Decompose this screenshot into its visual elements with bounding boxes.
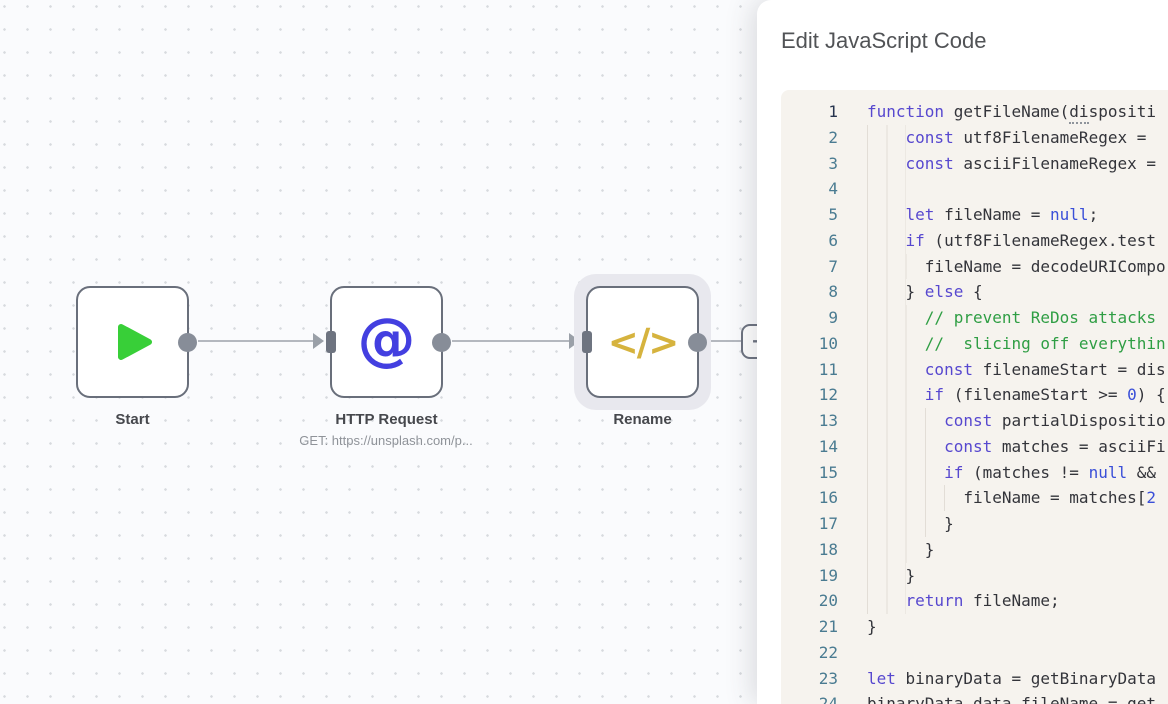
line-number: 6: [781, 228, 838, 254]
line-number: 24: [781, 691, 838, 704]
play-icon: [111, 320, 155, 364]
line-number: 11: [781, 357, 838, 383]
line-number: 5: [781, 202, 838, 228]
line-number: 13: [781, 408, 838, 434]
line-number: 22: [781, 640, 838, 666]
line-number: 23: [781, 666, 838, 692]
line-number: 10: [781, 331, 838, 357]
line-number: 4: [781, 176, 838, 202]
code-line[interactable]: 13const partialDispositio: [781, 408, 1168, 434]
line-number: 15: [781, 460, 838, 486]
line-number: 16: [781, 485, 838, 511]
at-icon: @: [358, 310, 416, 368]
panel-title: Edit JavaScript Code: [781, 28, 986, 54]
code-line[interactable]: 15if (matches != null &&: [781, 460, 1168, 486]
output-connector[interactable]: [178, 333, 197, 352]
line-number: 1: [781, 99, 838, 125]
line-number: 9: [781, 305, 838, 331]
node-http-request[interactable]: @: [330, 286, 443, 398]
line-number: 3: [781, 151, 838, 177]
code-line[interactable]: 2const utf8FilenameRegex =: [781, 125, 1168, 151]
connection-arrowhead-icon: [313, 333, 324, 349]
node-subtitle-http-request: GET: https://unsplash.com/p...: [286, 433, 486, 448]
node-label-start: Start: [76, 411, 189, 428]
code-line[interactable]: 24binaryData.data.fileName = get: [781, 691, 1168, 704]
code-line[interactable]: 23let binaryData = getBinaryData: [781, 666, 1168, 692]
code-line[interactable]: 8} else {: [781, 279, 1168, 305]
code-line[interactable]: 22: [781, 640, 1168, 666]
node-label-http-request: HTTP Request: [300, 411, 473, 428]
code-line[interactable]: 5let fileName = null;: [781, 202, 1168, 228]
line-number: 12: [781, 382, 838, 408]
output-connector[interactable]: [432, 333, 451, 352]
connection-http-rename: [452, 340, 570, 342]
connection-rename-add: [708, 340, 742, 342]
node-label-rename: Rename: [586, 411, 699, 428]
code-line[interactable]: 18}: [781, 537, 1168, 563]
edit-code-panel: Edit JavaScript Code 1function getFileNa…: [757, 0, 1168, 704]
code-line[interactable]: 11const filenameStart = dis: [781, 357, 1168, 383]
code-line[interactable]: 6if (utf8FilenameRegex.test: [781, 228, 1168, 254]
input-port[interactable]: [326, 331, 336, 353]
code-line[interactable]: 9// prevent ReDos attacks: [781, 305, 1168, 331]
line-number: 18: [781, 537, 838, 563]
line-number: 17: [781, 511, 838, 537]
code-line[interactable]: 12if (filenameStart >= 0) {: [781, 382, 1168, 408]
line-number: 8: [781, 279, 838, 305]
code-line[interactable]: 20return fileName;: [781, 588, 1168, 614]
code-line[interactable]: 10// slicing off everythin: [781, 331, 1168, 357]
code-line[interactable]: 21}: [781, 614, 1168, 640]
output-connector[interactable]: [688, 333, 707, 352]
code-editor[interactable]: 1function getFileName(dispositi2const ut…: [781, 90, 1168, 704]
node-rename[interactable]: </>: [586, 286, 699, 398]
line-number: 19: [781, 563, 838, 589]
line-number: 20: [781, 588, 838, 614]
code-line[interactable]: 3const asciiFilenameRegex =: [781, 151, 1168, 177]
line-number: 21: [781, 614, 838, 640]
line-number: 7: [781, 254, 838, 280]
code-brackets-icon: </>: [608, 321, 678, 364]
code-line[interactable]: 14const matches = asciiFi: [781, 434, 1168, 460]
line-number: 14: [781, 434, 838, 460]
line-number: 2: [781, 125, 838, 151]
code-line[interactable]: 1function getFileName(dispositi: [781, 99, 1168, 125]
connection-start-http: [198, 340, 314, 342]
code-line[interactable]: 17}: [781, 511, 1168, 537]
input-port[interactable]: [582, 331, 592, 353]
code-line[interactable]: 16fileName = matches[2: [781, 485, 1168, 511]
code-line[interactable]: 19}: [781, 563, 1168, 589]
node-start[interactable]: [76, 286, 189, 398]
code-line[interactable]: 4: [781, 176, 1168, 202]
code-line[interactable]: 7fileName = decodeURICompo: [781, 254, 1168, 280]
